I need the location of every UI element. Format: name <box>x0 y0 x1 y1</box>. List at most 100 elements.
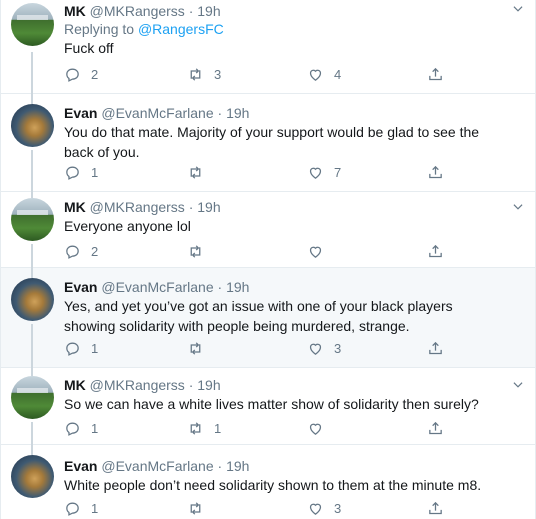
avatar[interactable] <box>11 3 54 46</box>
reply-count: 1 <box>91 420 99 436</box>
username[interactable]: @EvanMcFarlane <box>101 105 213 121</box>
separator: · <box>188 377 194 393</box>
reply-count: 1 <box>91 340 99 356</box>
reply-icon <box>66 166 79 180</box>
reply-button[interactable]: 2 <box>64 64 98 84</box>
thread-connector <box>31 368 33 376</box>
share-icon <box>429 501 442 514</box>
conversation-thread: MK @MKRangerss · 19h Replying to @Ranger… <box>0 0 536 519</box>
timestamp[interactable]: 19h <box>197 199 220 215</box>
display-name[interactable]: MK <box>64 3 86 19</box>
retweet-button[interactable]: 1 <box>187 418 221 438</box>
like-button[interactable]: 4 <box>307 64 341 84</box>
tweet[interactable]: Evan @EvanMcFarlane · 19h White people d… <box>1 445 535 519</box>
separator: · <box>217 458 223 474</box>
avatar[interactable] <box>11 104 54 147</box>
retweet-icon <box>190 244 201 258</box>
share-button[interactable] <box>427 241 444 261</box>
like-count: 3 <box>334 340 342 356</box>
reply-icon <box>66 245 79 259</box>
like-button[interactable]: 7 <box>307 162 341 182</box>
timestamp[interactable]: 19h <box>226 105 249 121</box>
display-name[interactable]: Evan <box>64 458 97 474</box>
avatar[interactable] <box>11 376 54 419</box>
tweet-text: White people don’t need solidarity shown… <box>64 477 482 493</box>
separator: · <box>217 105 223 121</box>
like-icon <box>309 343 322 355</box>
reply-button[interactable]: 1 <box>64 418 98 438</box>
thread-connector <box>31 244 33 268</box>
share-button[interactable] <box>427 418 444 438</box>
reply-count: 2 <box>91 243 99 259</box>
thread-connector <box>31 445 33 455</box>
like-icon <box>309 423 322 435</box>
avatar[interactable] <box>11 198 54 241</box>
like-button[interactable]: 3 <box>307 338 341 358</box>
tweet-text: Yes, and yet you’ve got an issue with on… <box>64 298 453 334</box>
timestamp[interactable]: 19h <box>226 279 249 295</box>
retweet-button[interactable]: 3 <box>187 64 221 84</box>
reply-icon <box>66 342 79 356</box>
tweet-text: Fuck off <box>64 40 114 56</box>
thread-connector <box>31 94 33 104</box>
retweet-button[interactable] <box>187 338 204 358</box>
share-button[interactable] <box>427 64 444 84</box>
reply-button[interactable]: 1 <box>64 162 98 182</box>
separator: · <box>188 3 194 19</box>
tweet[interactable]: Evan @EvanMcFarlane · 19h You do that ma… <box>1 94 535 192</box>
username[interactable]: @EvanMcFarlane <box>101 458 213 474</box>
share-button[interactable] <box>427 162 444 182</box>
caret-down-icon[interactable] <box>511 200 525 214</box>
reply-button[interactable]: 2 <box>64 241 98 261</box>
display-name[interactable]: Evan <box>64 105 97 121</box>
tweet[interactable]: MK @MKRangerss · 19h So we can have a wh… <box>1 368 535 445</box>
like-icon <box>309 167 322 179</box>
username[interactable]: @MKRangerss <box>90 199 185 215</box>
like-icon <box>309 503 322 515</box>
replying-to-link[interactable]: @RangersFC <box>138 21 224 37</box>
tweet[interactable]: MK @MKRangerss · 19h Everyone anyone lol… <box>1 192 535 268</box>
thread-connector <box>31 52 33 94</box>
reply-button[interactable]: 1 <box>64 338 98 358</box>
tweet-text: Everyone anyone lol <box>64 218 191 234</box>
retweet-button[interactable] <box>187 241 204 261</box>
caret-down-icon[interactable] <box>511 378 525 392</box>
tweet[interactable]: Evan @EvanMcFarlane · 19h Yes, and yet y… <box>1 268 535 368</box>
username[interactable]: @MKRangerss <box>90 3 185 19</box>
tweet[interactable]: MK @MKRangerss · 19h Replying to @Ranger… <box>1 0 535 94</box>
timestamp[interactable]: 19h <box>226 458 249 474</box>
retweet-button[interactable] <box>187 498 204 518</box>
separator: · <box>217 279 223 295</box>
like-count: 3 <box>334 500 342 516</box>
thread-connector <box>31 150 33 192</box>
avatar[interactable] <box>11 278 54 321</box>
like-button[interactable] <box>307 418 324 438</box>
reply-count: 2 <box>91 66 99 82</box>
retweet-button[interactable] <box>187 162 204 182</box>
avatar[interactable] <box>11 455 54 498</box>
like-icon <box>309 69 322 81</box>
username[interactable]: @MKRangerss <box>90 377 185 393</box>
display-name[interactable]: Evan <box>64 279 97 295</box>
retweet-count: 1 <box>214 420 222 436</box>
like-count: 7 <box>334 164 342 180</box>
timestamp[interactable]: 19h <box>197 377 220 393</box>
separator: · <box>188 199 194 215</box>
timestamp[interactable]: 19h <box>197 3 220 19</box>
share-button[interactable] <box>427 498 444 518</box>
username[interactable]: @EvanMcFarlane <box>101 279 213 295</box>
share-button[interactable] <box>427 338 444 358</box>
like-button[interactable] <box>307 241 324 261</box>
share-icon <box>429 341 442 354</box>
share-icon <box>429 421 442 434</box>
retweet-icon <box>190 67 201 81</box>
reply-button[interactable]: 1 <box>64 498 98 518</box>
caret-down-icon[interactable] <box>511 2 525 16</box>
display-name[interactable]: MK <box>64 199 86 215</box>
reply-icon <box>66 422 79 436</box>
tweet-text: So we can have a white lives matter show… <box>64 396 479 412</box>
like-button[interactable]: 3 <box>307 498 341 518</box>
share-icon <box>429 67 442 80</box>
display-name[interactable]: MK <box>64 377 86 393</box>
replying-to: Replying to @RangersFC <box>64 20 495 38</box>
